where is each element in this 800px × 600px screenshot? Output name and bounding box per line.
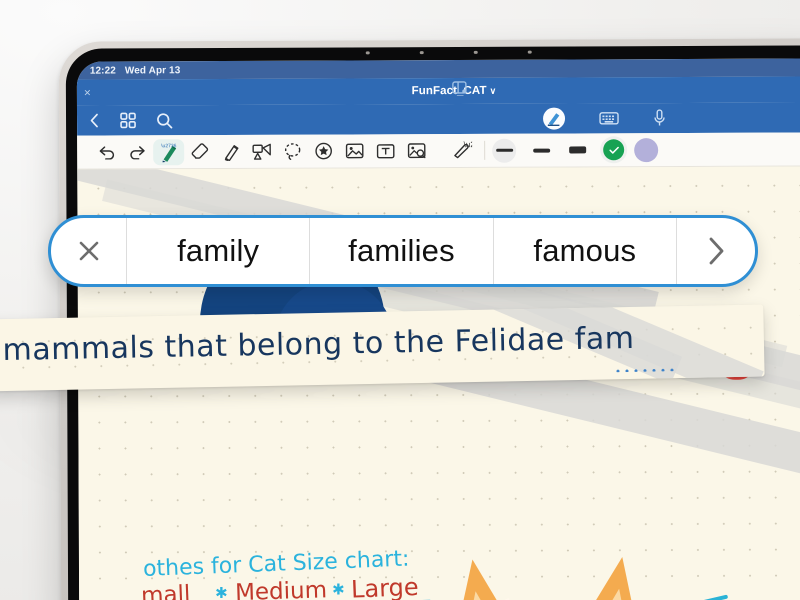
keyboard-icon[interactable] [599, 111, 619, 125]
redo-tool[interactable] [122, 139, 153, 165]
navigation-bar [77, 102, 800, 135]
handwriting-recognition-banner[interactable]: all mammals that belong to the Felidae f… [0, 304, 765, 391]
size-separator-icon: ✱ [332, 580, 345, 598]
svg-text:\u2736: \u2736 [463, 141, 472, 149]
tool-ribbon: \u2736 [77, 132, 800, 169]
status-date: Wed Apr 13 [125, 65, 181, 76]
cat-illustration [434, 552, 690, 600]
image-search-tool[interactable] [401, 138, 432, 164]
pen-tool[interactable]: \u2736 [153, 139, 184, 165]
microphone-grille [366, 50, 586, 55]
shapes-tool[interactable] [246, 138, 277, 164]
split-view-icon[interactable] [452, 81, 467, 94]
eraser-tool[interactable] [184, 139, 215, 165]
highlighter-tool[interactable] [215, 138, 246, 164]
textbox-tool[interactable] [370, 138, 401, 164]
magic-wand-tool[interactable]: \u2736 [446, 137, 477, 163]
back-chevron-icon[interactable] [89, 113, 100, 129]
svg-text:\u2736: \u2736 [161, 143, 177, 149]
autocomplete-suggestion-bar[interactable]: family families famous [48, 215, 758, 287]
suggestion-word-3[interactable]: famous [494, 218, 676, 284]
undo-tool[interactable] [91, 139, 122, 165]
status-time: 12:22 [90, 65, 116, 76]
screenshot-stage: 12:22 Wed Apr 13 × FunFact_CAT∨ [0, 0, 800, 600]
size-separator-icon: ✱ [215, 584, 228, 600]
dismiss-suggestions-button[interactable] [51, 218, 126, 284]
search-icon[interactable] [156, 112, 173, 129]
lasso-tool[interactable] [277, 138, 308, 164]
microphone-icon[interactable] [653, 109, 666, 127]
document-title-text: FunFact_CAT [412, 85, 487, 97]
color-green-swatch [603, 139, 624, 160]
image-tool[interactable] [339, 138, 370, 164]
more-suggestions-button[interactable] [677, 218, 755, 284]
stroke-width-thin[interactable] [492, 138, 516, 162]
stroke-width-medium[interactable] [533, 148, 550, 152]
handwriting-mode-icon[interactable] [543, 108, 565, 130]
suggestion-word-2[interactable]: families [310, 218, 492, 284]
size-label-large: Large [351, 573, 420, 600]
color-purple[interactable] [634, 138, 658, 162]
page-title[interactable]: FunFact_CAT∨ [77, 83, 800, 98]
sticker-tool[interactable] [308, 138, 339, 164]
color-green[interactable] [600, 136, 627, 163]
suggestion-word-1[interactable]: family [127, 218, 309, 284]
ribbon-divider [484, 141, 485, 160]
chevron-down-icon: ∨ [490, 86, 497, 96]
grid-view-icon[interactable] [120, 112, 136, 128]
size-label-small: mall [141, 581, 191, 600]
size-label-medium: Medium [235, 577, 328, 600]
title-bar: × FunFact_CAT∨ [77, 76, 800, 105]
stroke-width-thick[interactable] [569, 146, 586, 153]
